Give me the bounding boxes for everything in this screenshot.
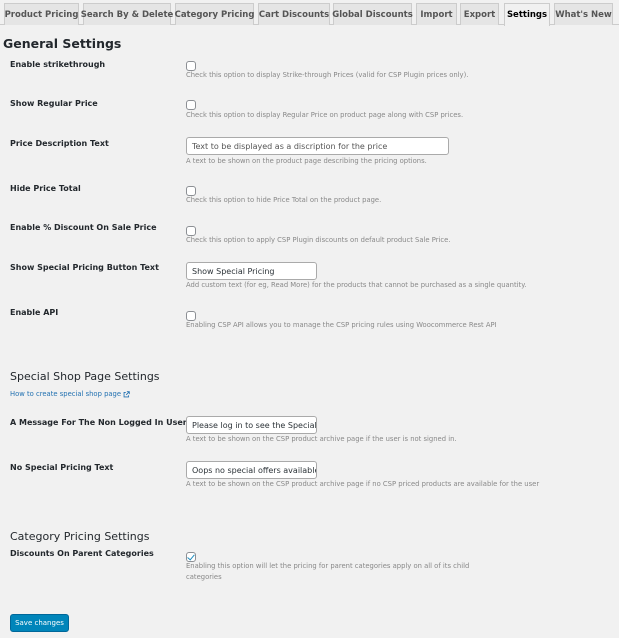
no-special-label: No Special Pricing Text <box>10 463 114 472</box>
regular-price-checkbox[interactable] <box>186 100 196 110</box>
tab-global-discounts[interactable]: Global Discounts <box>332 3 413 25</box>
tab-export[interactable]: Export <box>460 3 499 25</box>
settings-tabs: Product Pricing Search By & Delete Categ… <box>0 0 619 26</box>
api-desc: Enabling CSP API allows you to manage th… <box>186 321 497 329</box>
category-settings-heading: Category Pricing Settings <box>10 530 150 543</box>
special-btn-desc: Add custom text (for eg, Read More) for … <box>186 281 527 289</box>
api-label: Enable API <box>10 308 59 317</box>
discount-sale-label: Enable % Discount On Sale Price <box>10 223 157 232</box>
tab-search-delete[interactable]: Search By & Delete <box>81 3 173 25</box>
special-shop-help-link[interactable]: How to create special shop page <box>10 390 130 398</box>
hide-total-label: Hide Price Total <box>10 184 81 193</box>
strikethrough-label: Enable strikethrough <box>10 60 106 69</box>
parent-categories-label: Discounts On Parent Categories <box>10 549 154 558</box>
price-desc-desc: A text to be shown on the product page d… <box>186 157 427 165</box>
save-changes-button[interactable]: Save changes <box>10 614 69 632</box>
tab-category-pricing[interactable]: Category Pricing <box>175 3 254 25</box>
tab-settings[interactable]: Settings <box>504 3 550 26</box>
tab-cart-discounts[interactable]: Cart Discounts <box>258 3 330 25</box>
parent-categories-desc-line2: categories <box>186 573 222 581</box>
price-desc-input[interactable]: Text to be displayed as a discription fo… <box>186 137 449 155</box>
special-shop-help-link-text[interactable]: How to create special shop page <box>10 390 121 398</box>
price-desc-label: Price Description Text <box>10 139 109 148</box>
special-btn-label: Show Special Pricing Button Text <box>10 263 159 272</box>
non-logged-input[interactable]: Please log in to see the Special Offers <box>186 416 317 434</box>
tab-product-pricing[interactable]: Product Pricing <box>4 3 79 25</box>
tab-import[interactable]: Import <box>416 3 457 25</box>
non-logged-desc: A text to be shown on the CSP product ar… <box>186 435 457 443</box>
non-logged-label: A Message For The Non Logged In User <box>10 418 187 427</box>
regular-price-label: Show Regular Price <box>10 99 98 108</box>
general-settings-heading: General Settings <box>3 36 122 51</box>
regular-price-desc: Check this option to display Regular Pri… <box>186 111 464 119</box>
discount-sale-desc: Check this option to apply CSP Plugin di… <box>186 236 451 244</box>
special-btn-input[interactable]: Show Special Pricing <box>186 262 317 280</box>
parent-categories-desc-line1: Enabling this option will let the pricin… <box>186 562 470 570</box>
hide-total-desc: Check this option to hide Price Total on… <box>186 196 382 204</box>
strikethrough-desc: Check this option to display Strike-thro… <box>186 71 469 79</box>
shop-settings-heading: Special Shop Page Settings <box>10 370 160 383</box>
tab-whats-new[interactable]: What's New <box>554 3 613 25</box>
external-link-icon <box>123 390 130 397</box>
no-special-input[interactable]: Oops no special offers available <box>186 461 317 479</box>
no-special-desc: A text to be shown on the CSP product ar… <box>186 480 540 488</box>
